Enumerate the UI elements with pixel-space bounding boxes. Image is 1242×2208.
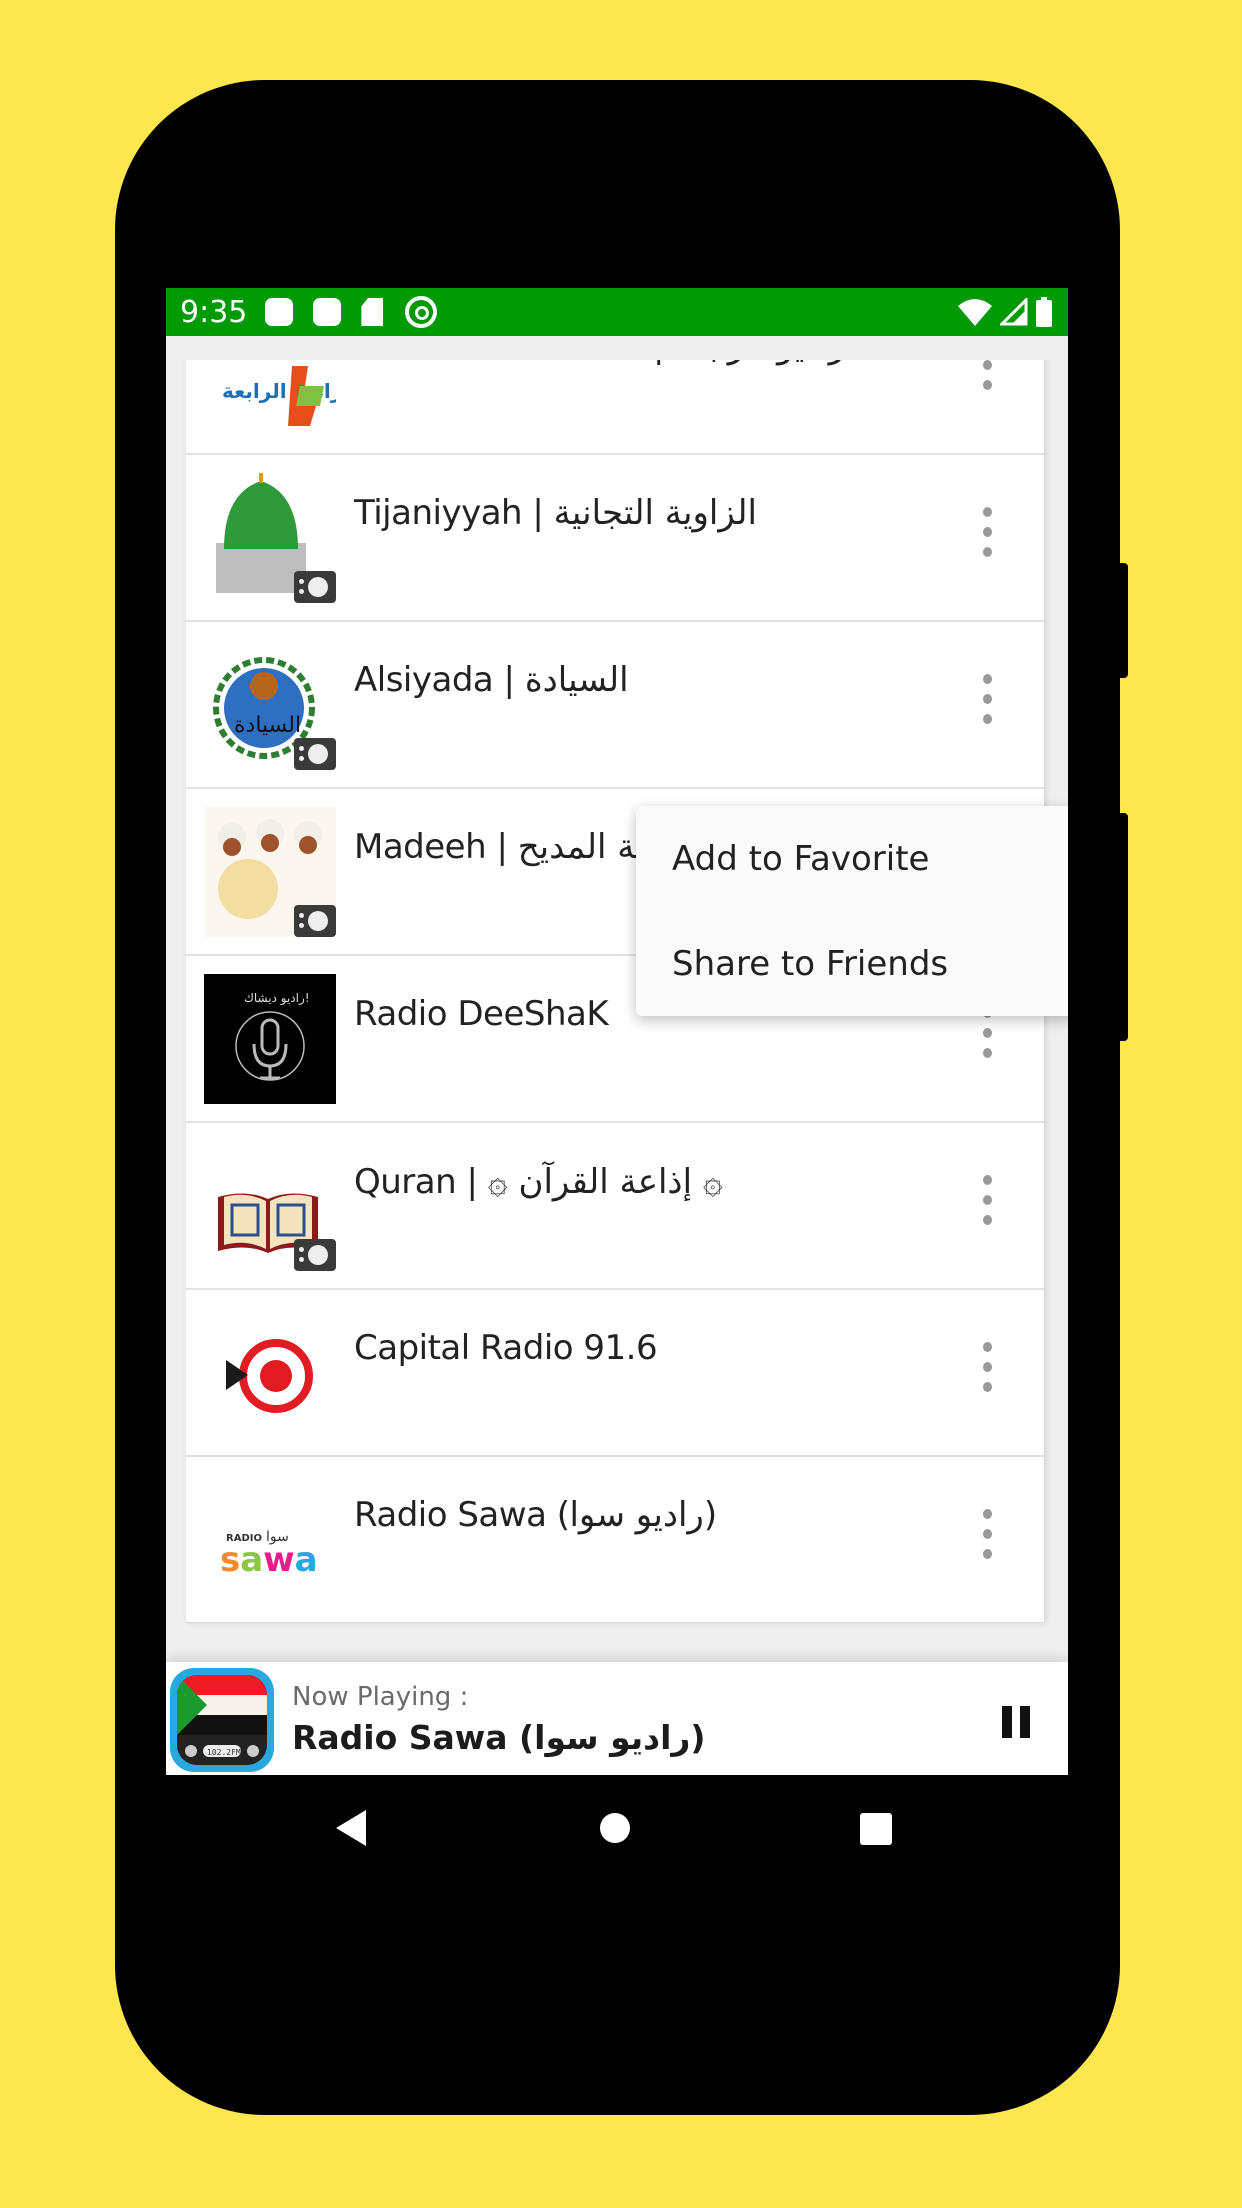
volume-button	[1118, 813, 1128, 1041]
sd-card-icon	[361, 298, 384, 326]
radio-badge-icon	[294, 1239, 336, 1271]
station-row[interactable]: Capital Radio 91.6	[186, 1290, 1044, 1457]
capital-radio-logo	[204, 1308, 336, 1438]
status-bar: 9:35	[166, 288, 1068, 336]
station-row[interactable]: راديو الرابعة Al Rabaa 94.0 FM | راديو ا…	[186, 360, 1044, 455]
back-icon[interactable]	[336, 1810, 366, 1846]
wifi-icon	[958, 299, 992, 326]
home-icon[interactable]	[600, 1813, 630, 1843]
navigation-bar	[166, 1775, 1068, 1881]
data-saver-icon	[405, 296, 438, 328]
share-to-friends-menu-item[interactable]: Share to Friends	[636, 911, 1068, 1016]
station-row[interactable]: RADIO سوا sawa Radio Sawa (راديو سوا)	[186, 1457, 1044, 1623]
radio-badge-icon	[294, 905, 336, 937]
madeeh-logo	[204, 807, 336, 937]
notification-icon	[265, 298, 294, 326]
station-title: Alsiyada | السيادة	[354, 660, 629, 700]
more-options-icon[interactable]	[980, 507, 994, 557]
app-logo-icon: 102.2FM	[170, 1668, 274, 1772]
tijaniyyah-logo	[204, 473, 336, 603]
station-title: Capital Radio 91.6	[354, 1328, 658, 1368]
svg-text:السيادة: السيادة	[234, 713, 301, 738]
status-time: 9:35	[180, 294, 248, 330]
pause-button[interactable]	[1002, 1706, 1030, 1738]
context-menu: Add to Favorite Share to Friends	[636, 806, 1068, 1016]
station-row[interactable]: السيادة Alsiyada | السيادة	[186, 622, 1044, 789]
power-button	[1118, 563, 1128, 678]
signal-icon	[1000, 298, 1028, 326]
svg-text:راديو ديشاك!: راديو ديشاك!	[244, 991, 310, 1006]
add-to-favorite-menu-item[interactable]: Add to Favorite	[636, 806, 1068, 911]
station-title: Radio Sawa (راديو سوا)	[354, 1495, 717, 1535]
screen: 9:35 راديو الرابعة Al Rabaa 94.0 FM | ر	[166, 288, 1068, 1881]
radio-badge-icon	[294, 571, 336, 603]
station-row[interactable]: Tijaniyyah | الزاوية التجانية	[186, 455, 1044, 622]
station-title: Quran | ۞ إذاعة القرآن ۞	[354, 1162, 723, 1202]
radio-badge-icon	[294, 738, 336, 770]
frequency-display: 102.2FM	[207, 1748, 241, 1757]
station-title: Al Rabaa 94.0 FM | راديو الرابعة	[354, 360, 846, 366]
more-options-icon[interactable]	[980, 360, 994, 390]
svg-text:sawa: sawa	[220, 1540, 318, 1580]
battery-icon	[1036, 297, 1052, 327]
more-options-icon[interactable]	[980, 1175, 994, 1225]
now-playing-title: Radio Sawa (راديو سوا)	[292, 1718, 706, 1757]
pause-icon	[1002, 1706, 1012, 1738]
more-options-icon[interactable]	[980, 674, 994, 724]
station-list[interactable]: راديو الرابعة Al Rabaa 94.0 FM | راديو ا…	[166, 360, 1068, 1662]
station-title: Radio DeeShaK	[354, 994, 609, 1034]
pause-icon	[1020, 1706, 1030, 1738]
notification-icon	[313, 298, 342, 326]
more-options-icon[interactable]	[980, 1342, 994, 1392]
now-playing-bar[interactable]: 102.2FM Now Playing : Radio Sawa (راديو …	[166, 1662, 1068, 1775]
radio-sawa-logo: RADIO سوا sawa	[204, 1475, 336, 1605]
deeshak-logo: راديو ديشاك!	[204, 974, 336, 1104]
toolbar-area	[166, 336, 1068, 360]
al-rabaa-logo: راديو الرابعة	[204, 360, 342, 436]
station-title: Tijaniyyah | الزاوية التجانية	[354, 493, 757, 533]
more-options-icon[interactable]	[980, 1509, 994, 1559]
alsiyada-logo: السيادة	[204, 640, 336, 770]
station-row[interactable]: Quran | ۞ إذاعة القرآن ۞	[186, 1123, 1044, 1290]
recent-apps-icon[interactable]	[860, 1813, 892, 1845]
quran-logo	[204, 1141, 336, 1271]
now-playing-label: Now Playing :	[292, 1682, 469, 1712]
